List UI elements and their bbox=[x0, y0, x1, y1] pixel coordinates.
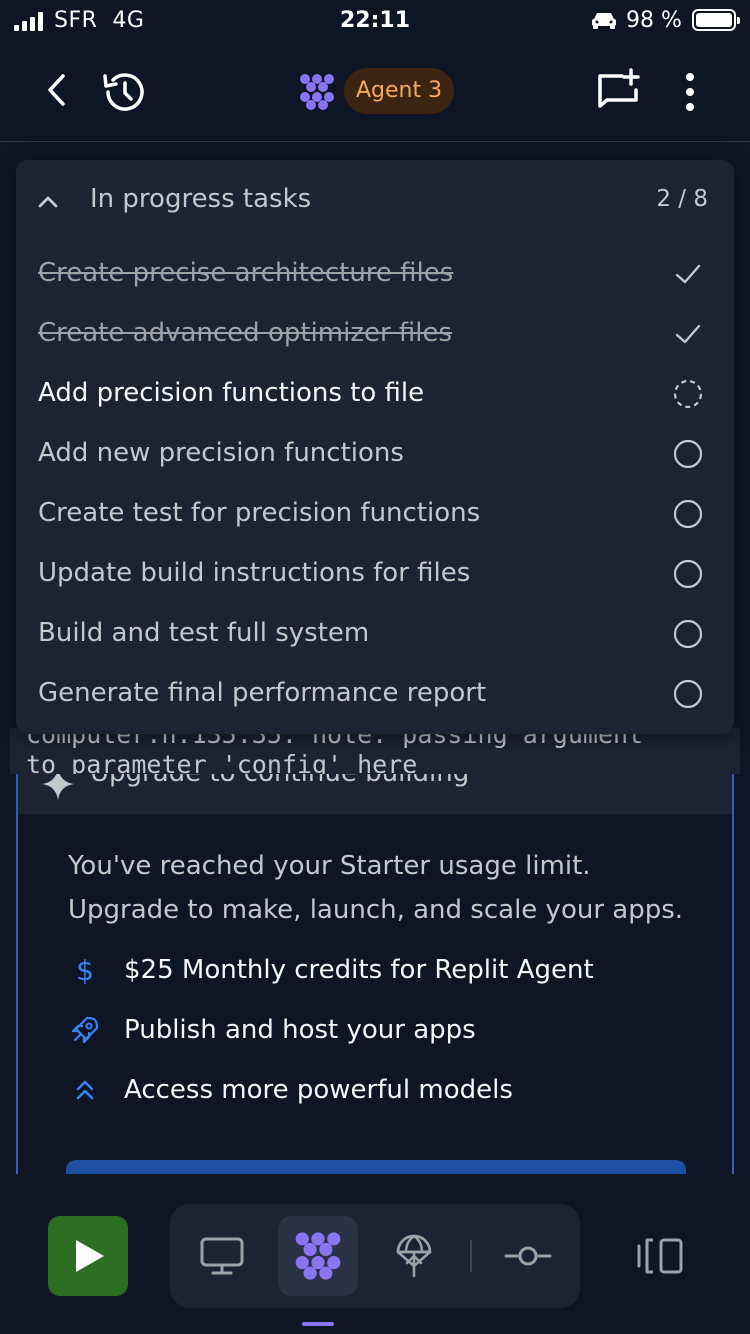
upgrade-card: Upgrade to continue building You've reac… bbox=[16, 746, 734, 1200]
pending-circle-icon bbox=[673, 619, 703, 649]
run-button[interactable] bbox=[48, 1216, 128, 1296]
tab-divider bbox=[470, 1240, 472, 1272]
tab-agent[interactable] bbox=[278, 1216, 358, 1296]
tasks-header[interactable]: In progress tasks 2 / 8 bbox=[16, 160, 734, 244]
git-commit-icon bbox=[504, 1246, 552, 1266]
tab-preview[interactable] bbox=[182, 1216, 262, 1296]
panes-button[interactable] bbox=[630, 1226, 690, 1286]
task-item[interactable]: Update build instructions for files bbox=[16, 544, 734, 604]
task-item[interactable]: Add new precision functions bbox=[16, 424, 734, 484]
double-chevron-up-icon bbox=[68, 1073, 102, 1107]
task-label: Create precise architecture files bbox=[38, 258, 454, 288]
task-label: Create advanced optimizer files bbox=[38, 318, 453, 348]
task-item[interactable]: Create advanced optimizer files bbox=[16, 304, 734, 364]
tasks-panel: In progress tasks 2 / 8 Create precise a… bbox=[16, 160, 734, 734]
tab-git[interactable] bbox=[488, 1216, 568, 1296]
tab-deploy[interactable] bbox=[374, 1216, 454, 1296]
rocket-icon bbox=[68, 1013, 102, 1047]
new-chat-icon bbox=[598, 68, 640, 108]
task-label: Generate final performance report bbox=[38, 678, 487, 708]
tasks-title: In progress tasks bbox=[90, 184, 312, 214]
play-icon bbox=[76, 1240, 104, 1272]
battery-percent: 98 % bbox=[626, 8, 682, 33]
upgrade-description: You've reached your Starter usage limit.… bbox=[68, 851, 684, 925]
agent-badge[interactable]: Agent 3 bbox=[344, 68, 455, 114]
task-item[interactable]: Generate final performance report bbox=[16, 664, 734, 724]
agent-logo-icon bbox=[300, 74, 334, 110]
task-label: Create test for precision functions bbox=[38, 498, 481, 528]
tab-group bbox=[170, 1204, 580, 1308]
task-label: Add precision functions to file bbox=[38, 378, 425, 408]
in-progress-icon bbox=[673, 379, 703, 409]
history-icon bbox=[103, 73, 144, 111]
deploy-icon bbox=[396, 1234, 432, 1278]
more-button[interactable] bbox=[672, 66, 708, 118]
pending-circle-icon bbox=[673, 679, 703, 709]
task-item[interactable]: Create precise architecture files bbox=[16, 244, 734, 304]
terminal-line: to parameter 'config' here bbox=[26, 750, 418, 774]
history-button[interactable] bbox=[98, 68, 148, 116]
chevron-left-icon bbox=[48, 74, 65, 106]
tasks-count: 2 / 8 bbox=[656, 186, 708, 212]
back-button[interactable] bbox=[36, 68, 76, 112]
agent-logo-icon bbox=[295, 1232, 341, 1280]
battery-icon bbox=[692, 9, 740, 31]
car-icon bbox=[592, 13, 616, 29]
feature-credits: $ $25 Monthly credits for Replit Agent bbox=[68, 950, 594, 990]
pending-circle-icon bbox=[673, 439, 703, 469]
terminal-output: computer.h:135:35: note: passing argumen… bbox=[10, 728, 740, 774]
task-label: Build and test full system bbox=[38, 618, 370, 648]
app-header: Agent 3 bbox=[0, 42, 750, 142]
feature-models: Access more powerful models bbox=[68, 1070, 513, 1110]
status-bar: SFR 4G 22:11 98 % bbox=[0, 0, 750, 42]
more-vertical-icon bbox=[686, 73, 694, 111]
task-item[interactable]: Build and test full system bbox=[16, 604, 734, 664]
pending-circle-icon bbox=[673, 499, 703, 529]
pending-circle-icon bbox=[673, 559, 703, 589]
feature-publish: Publish and host your apps bbox=[68, 1010, 476, 1050]
chevron-up-icon bbox=[38, 196, 58, 208]
task-label: Update build instructions for files bbox=[38, 558, 471, 588]
bottom-toolbar bbox=[0, 1174, 750, 1334]
task-item[interactable]: Add precision functions to file bbox=[16, 364, 734, 424]
dollar-icon: $ bbox=[76, 953, 94, 987]
monitor-icon bbox=[200, 1237, 244, 1275]
active-tab-indicator bbox=[302, 1322, 334, 1326]
panes-icon bbox=[637, 1238, 683, 1274]
task-label: Add new precision functions bbox=[38, 438, 404, 468]
check-icon bbox=[675, 324, 701, 344]
new-chat-button[interactable] bbox=[592, 66, 644, 118]
check-icon bbox=[675, 264, 701, 284]
task-item[interactable]: Create test for precision functions bbox=[16, 484, 734, 544]
